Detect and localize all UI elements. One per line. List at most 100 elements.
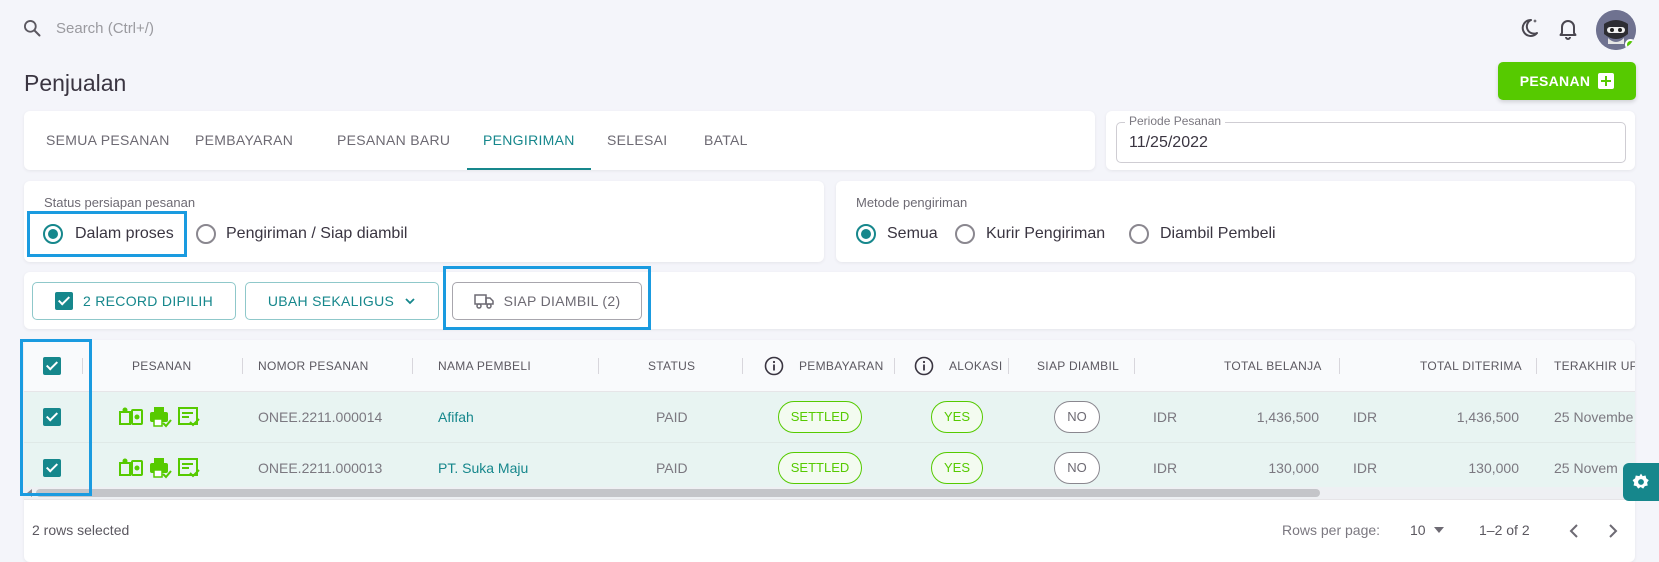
- payment-icon[interactable]: [119, 406, 143, 428]
- chevron-down-icon: [404, 295, 416, 307]
- radio-semua[interactable]: [856, 224, 876, 244]
- pagination-range: 1–2 of 2: [1479, 522, 1530, 538]
- bell-icon[interactable]: [1556, 16, 1580, 40]
- order-action-icons: [119, 406, 201, 428]
- print-check-icon[interactable]: [148, 406, 172, 428]
- col-siap-diambil[interactable]: SIAP DIAMBIL: [1037, 340, 1119, 392]
- online-status-dot: [1625, 39, 1636, 50]
- payment-icon[interactable]: [119, 457, 143, 479]
- print-check-icon[interactable]: [148, 457, 172, 479]
- last-updated: 25 Novembe: [1554, 409, 1634, 425]
- col-pesanan[interactable]: PESANAN: [132, 340, 191, 392]
- ready-pickup-chip: NO: [1054, 452, 1100, 484]
- radio-diambil-pembeli[interactable]: [1129, 224, 1149, 244]
- column-separator: [1536, 358, 1537, 374]
- radio-dalam-proses[interactable]: [43, 224, 63, 244]
- ready-pickup-chip: NO: [1054, 401, 1100, 433]
- column-separator: [412, 358, 413, 374]
- info-icon[interactable]: [914, 356, 934, 376]
- column-separator: [242, 358, 243, 374]
- rows-selected-text: 2 rows selected: [32, 522, 130, 538]
- order-action-icons: [119, 457, 201, 479]
- tab-pesanan-baru[interactable]: PESANAN BARU: [337, 111, 450, 170]
- info-icon[interactable]: [764, 356, 784, 376]
- plus-box-icon: [1598, 73, 1615, 89]
- preparation-status-label: Status persiapan pesanan: [44, 195, 196, 210]
- bulk-change-dropdown[interactable]: UBAH SEKALIGUS: [245, 282, 439, 320]
- avatar[interactable]: [1596, 10, 1636, 50]
- selected-records-label: 2 RECORD DIPILIH: [82, 293, 214, 309]
- tab-selesai[interactable]: SELESAI: [607, 111, 667, 170]
- next-page-icon[interactable]: [1607, 523, 1619, 539]
- col-terakhir-update[interactable]: TERAKHIR UPI: [1554, 340, 1635, 392]
- buyer-name-link[interactable]: Afifah: [438, 392, 474, 443]
- payment-chip: SETTLED: [778, 401, 862, 433]
- order-status: PAID: [656, 409, 688, 425]
- scrollbar-thumb[interactable]: [36, 489, 1320, 497]
- new-order-button[interactable]: PESANAN: [1498, 62, 1636, 100]
- table-footer: 2 rows selected Rows per page: 10 1–2 of…: [24, 499, 1635, 562]
- highlight-box: [20, 339, 92, 496]
- orders-table: PESANAN NOMOR PESANAN NAMA PEMBELI STATU…: [24, 340, 1635, 562]
- rows-per-page-label: Rows per page:: [1282, 522, 1381, 538]
- selected-records-button[interactable]: 2 RECORD DIPILIH: [32, 282, 236, 320]
- new-order-label: PESANAN: [1519, 73, 1591, 89]
- tab-pengiriman[interactable]: PENGIRIMAN: [483, 111, 575, 170]
- column-separator: [1008, 358, 1009, 374]
- received-amount: 1,436,500: [1456, 409, 1519, 425]
- caret-down-icon[interactable]: [1434, 527, 1444, 533]
- column-separator: [1339, 358, 1340, 374]
- shipping-method-card: [836, 181, 1635, 262]
- table-row[interactable]: ONEE.2211.000014 Afifah PAID SETTLED YES…: [24, 392, 1635, 443]
- column-separator: [598, 358, 599, 374]
- tab-batal[interactable]: BATAL: [704, 111, 748, 170]
- radio-pengiriman-siap-diambil[interactable]: [196, 224, 216, 244]
- search-input[interactable]: Search (Ctrl+/): [56, 20, 154, 37]
- column-separator: [894, 358, 895, 374]
- radio-semua-label[interactable]: Semua: [887, 225, 938, 243]
- payment-chip: SETTLED: [778, 452, 862, 484]
- page-title: Penjualan: [24, 70, 127, 96]
- total-amount: 1,436,500: [1256, 409, 1319, 425]
- radio-diambil-pembeli-label[interactable]: Diambil Pembeli: [1160, 225, 1276, 243]
- prev-page-icon[interactable]: [1568, 523, 1580, 539]
- allocation-chip: YES: [931, 401, 983, 433]
- active-tab-indicator: [467, 168, 591, 170]
- shipping-method-label: Metode pengiriman: [856, 195, 968, 210]
- gear-icon: [1631, 472, 1651, 492]
- col-pembayaran[interactable]: PEMBAYARAN: [799, 340, 884, 392]
- order-number: ONEE.2211.000014: [258, 409, 383, 425]
- checklist-icon[interactable]: [177, 457, 201, 479]
- col-nama-pembeli[interactable]: NAMA PEMBELI: [438, 340, 531, 392]
- column-separator: [742, 358, 743, 374]
- tab-pembayaran[interactable]: PEMBAYARAN: [195, 111, 293, 170]
- radio-kurir-pengiriman-label[interactable]: Kurir Pengiriman: [986, 225, 1105, 243]
- tab-semua-pesanan[interactable]: SEMUA PESANAN: [46, 111, 170, 170]
- order-tabs: SEMUA PESANAN PEMBAYARAN PESANAN BARU PE…: [24, 111, 1095, 170]
- settings-button[interactable]: [1623, 463, 1659, 501]
- col-total-diterima[interactable]: TOTAL DITERIMA: [1420, 340, 1522, 392]
- radio-pengiriman-siap-diambil-label[interactable]: Pengiriman / Siap diambil: [226, 225, 407, 243]
- radio-dalam-proses-label[interactable]: Dalam proses: [75, 225, 174, 243]
- ready-pickup-button[interactable]: SIAP DIAMBIL (2): [452, 282, 642, 320]
- col-total-belanja[interactable]: TOTAL BELANJA: [1224, 340, 1322, 392]
- total-currency: IDR: [1153, 409, 1178, 425]
- rows-per-page-select[interactable]: 10: [1410, 522, 1426, 538]
- col-nomor-pesanan[interactable]: NOMOR PESANAN: [258, 340, 369, 392]
- period-label: Periode Pesanan: [1125, 114, 1226, 128]
- allocation-chip: YES: [931, 452, 983, 484]
- bulk-change-label: UBAH SEKALIGUS: [267, 293, 395, 309]
- checkbox-checked-icon: [54, 292, 73, 310]
- radio-kurir-pengiriman[interactable]: [955, 224, 975, 244]
- ready-pickup-label: SIAP DIAMBIL (2): [503, 293, 621, 309]
- received-currency: IDR: [1353, 409, 1378, 425]
- checklist-icon[interactable]: [177, 406, 201, 428]
- col-status[interactable]: STATUS: [648, 340, 695, 392]
- theme-toggle-icon[interactable]: [1517, 16, 1541, 40]
- search-icon[interactable]: [22, 18, 42, 38]
- column-separator: [1134, 358, 1135, 374]
- col-alokasi[interactable]: ALOKASI: [949, 340, 1002, 392]
- period-value[interactable]: 11/25/2022: [1129, 134, 1208, 152]
- horizontal-scrollbar[interactable]: [24, 487, 1635, 499]
- table-header: PESANAN NOMOR PESANAN NAMA PEMBELI STATU…: [24, 340, 1635, 392]
